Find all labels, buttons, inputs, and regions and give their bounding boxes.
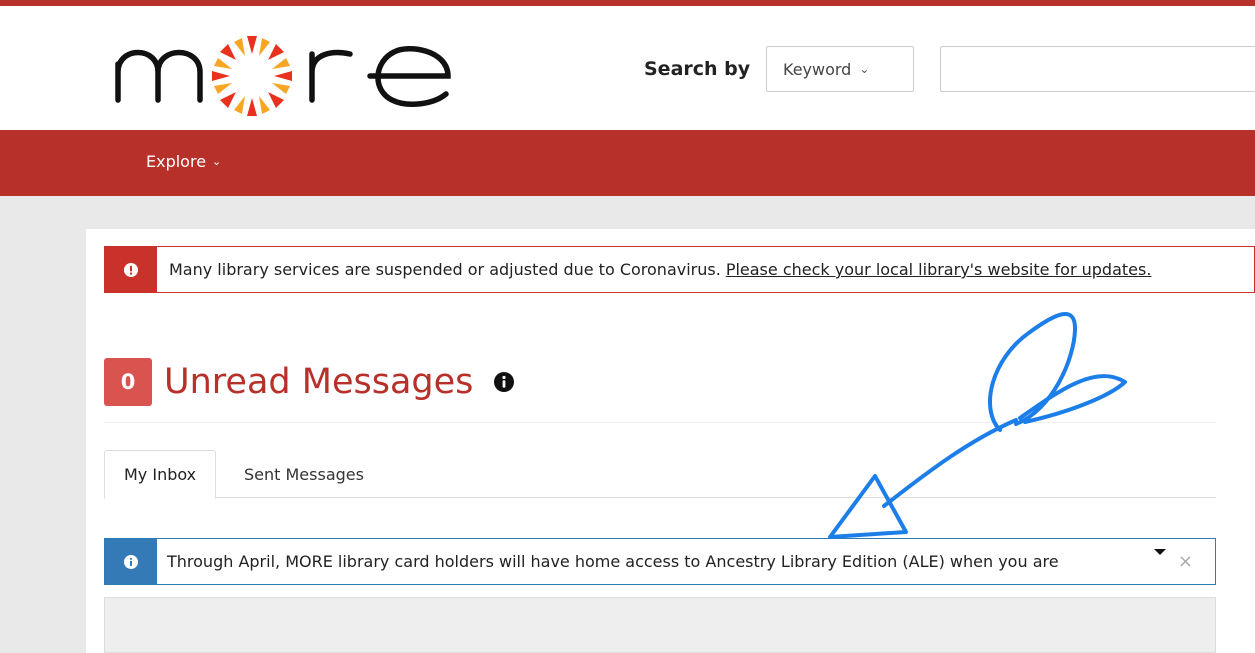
caret-down-icon[interactable] <box>1153 547 1167 557</box>
chevron-down-icon: ⌄ <box>212 155 222 168</box>
exclamation-icon <box>105 247 157 292</box>
ancestry-info-alert: Through April, MORE library card holders… <box>104 538 1216 585</box>
page-title: Unread Messages <box>164 362 474 402</box>
covid-alert: Many library services are suspended or a… <box>104 246 1255 293</box>
covid-alert-message: Many library services are suspended or a… <box>169 260 721 279</box>
tab-my-inbox[interactable]: My Inbox <box>104 450 217 499</box>
nav-explore-dropdown[interactable]: Explore ⌄ <box>146 152 221 171</box>
tab-sent-messages[interactable]: Sent Messages <box>225 450 383 498</box>
main-navbar: Explore ⌄ <box>0 130 1255 196</box>
message-list-area <box>104 597 1216 653</box>
unread-count-badge: 0 <box>104 358 152 406</box>
chevron-down-icon: ⌄ <box>859 62 870 76</box>
search-input[interactable] <box>940 46 1255 92</box>
more-logo-graphic <box>115 36 451 116</box>
site-header: Search by Keyword ⌄ <box>0 6 1255 130</box>
search-type-select[interactable]: Keyword ⌄ <box>766 46 914 92</box>
info-icon <box>105 539 157 584</box>
search-type-value: Keyword <box>783 59 852 79</box>
messages-heading: 0 Unread Messages <box>104 358 515 406</box>
message-tabs: My Inbox Sent Messages <box>104 450 1216 499</box>
info-icon[interactable] <box>493 371 515 393</box>
search-by-label: Search by <box>644 58 751 80</box>
info-alert-text: Through April, MORE library card holders… <box>167 552 1059 571</box>
more-logo[interactable] <box>112 24 457 120</box>
covid-alert-text: Many library services are suspended or a… <box>169 260 1151 279</box>
covid-alert-link[interactable]: Please check your local library's websit… <box>726 260 1152 279</box>
close-button[interactable]: × <box>1178 551 1193 572</box>
heading-divider <box>104 422 1216 423</box>
nav-explore-label: Explore <box>146 152 207 171</box>
